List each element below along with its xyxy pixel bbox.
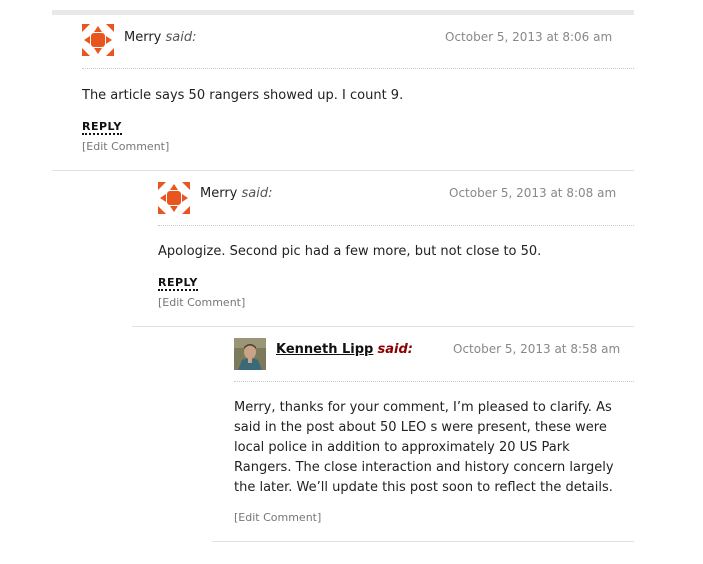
comment-text: Apologize. Second pic had a few more, bu… [158,244,542,259]
comment-separator [52,170,634,171]
avatar [234,338,266,370]
comment-text: Merry, thanks for your comment, I’m plea… [234,400,614,495]
said-label: said: [165,30,197,45]
comment-author: Merry said: [200,186,273,201]
comment-text: The article says 50 rangers showed up. I… [82,88,404,103]
said-label: said: [377,342,413,357]
comment-separator [132,326,634,327]
said-label: said: [241,186,273,201]
divider [158,225,634,226]
comment-date[interactable]: October 5, 2013 at 8:08 am [449,186,616,200]
comments-top-border [52,10,634,15]
comment-date[interactable]: October 5, 2013 at 8:58 am [453,342,620,356]
edit-comment-link[interactable]: [Edit Comment] [82,140,169,153]
reply-button[interactable]: REPLY [82,120,122,135]
comment-author: Merry said: [124,30,197,45]
reply-button[interactable]: REPLY [158,276,198,291]
avatar [158,182,190,214]
edit-comment-link[interactable]: [Edit Comment] [234,511,321,524]
comment-date[interactable]: October 5, 2013 at 8:06 am [445,30,612,44]
geometric-avatar-icon [82,24,114,56]
person-photo-icon [234,338,266,370]
avatar [82,24,114,56]
author-name-link[interactable]: Kenneth Lipp [276,342,373,357]
divider [82,68,634,69]
divider [234,381,634,382]
comment-separator [212,541,634,542]
comment-author: Kenneth Lipp said: [276,342,413,357]
geometric-avatar-icon [158,182,190,214]
author-name: Merry [124,30,162,45]
author-name: Merry [200,186,238,201]
edit-comment-link[interactable]: [Edit Comment] [158,296,245,309]
